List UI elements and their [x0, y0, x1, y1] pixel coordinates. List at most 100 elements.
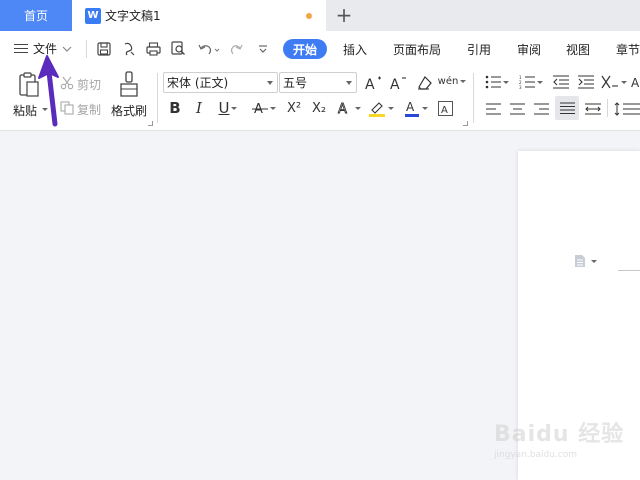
align-center-icon[interactable] [508, 99, 526, 119]
font-size-value: 五号 [283, 76, 308, 90]
baidu-watermark: Baidu 经验 jingyan.baidu.com [490, 408, 640, 468]
tab-home-label: 首页 [23, 9, 48, 23]
chevron-down-icon [621, 80, 627, 84]
document-title: 文字文稿1 [105, 9, 161, 23]
chevron-down-icon [537, 80, 543, 84]
separator [607, 99, 608, 117]
page-margin-mark [618, 270, 640, 271]
bullet-list-icon[interactable] [484, 72, 510, 92]
new-tab-button[interactable]: + [334, 4, 354, 26]
chevron-down-icon [422, 106, 428, 110]
increase-indent-icon[interactable] [577, 72, 595, 92]
font-name-select[interactable]: 宋体 (正文) [163, 72, 278, 93]
superscript-button[interactable]: X² [283, 98, 305, 118]
bold-button[interactable]: B [166, 98, 184, 118]
wps-writer-icon: W [85, 7, 101, 24]
justify-icon[interactable] [555, 96, 579, 120]
font-dialog-launcher[interactable] [463, 121, 468, 126]
paste-dropdown-icon[interactable] [42, 108, 48, 111]
document-icon [575, 255, 585, 267]
paste-icon[interactable] [16, 71, 42, 99]
tab-page-layout[interactable]: 页面布局 [393, 39, 441, 59]
cut-button[interactable]: 剪切 [77, 76, 101, 93]
tab-home[interactable]: 首页 [0, 0, 72, 31]
tab-insert[interactable]: 插入 [343, 39, 367, 59]
svg-text:A: A [406, 100, 415, 114]
paragraph-layout-button[interactable] [574, 254, 597, 268]
separator [86, 40, 87, 58]
increase-font-size-icon[interactable]: A [363, 73, 385, 93]
clear-format-icon[interactable] [414, 73, 434, 93]
chevron-down-icon [231, 106, 238, 110]
strikethrough-button[interactable]: A [250, 98, 278, 118]
line-spacing-icon[interactable] [614, 99, 640, 119]
chevron-down-icon [591, 259, 597, 263]
underline-label: U [218, 99, 230, 117]
unsaved-indicator [306, 13, 312, 19]
font-size-select[interactable]: 五号 [279, 72, 357, 93]
highlight-color-button[interactable] [367, 98, 395, 118]
character-border-icon[interactable]: A [436, 98, 454, 118]
chevron-down-icon [346, 81, 352, 85]
svg-text:A: A [631, 76, 640, 89]
scissors-icon [60, 76, 74, 90]
pinyin-guide-button[interactable]: wén [437, 71, 467, 91]
svg-text:A: A [365, 77, 375, 91]
watermark-brand: Baidu 经验 [494, 422, 625, 447]
copy-button[interactable]: 复制 [77, 101, 101, 118]
chinese-layout-icon[interactable] [601, 72, 627, 92]
pinyin-label: wén [437, 75, 459, 87]
clipboard-dialog-launcher[interactable] [148, 121, 153, 126]
text-effect-button[interactable]: A [336, 98, 362, 118]
svg-text:A: A [441, 105, 448, 116]
menu-icon [14, 43, 28, 54]
ribbon-start: 粘贴 剪切 复制 格式刷 宋体 (正文) 五号 A A wén B I U A [0, 65, 640, 131]
copy-icon [60, 101, 74, 115]
underline-button[interactable]: U [214, 98, 242, 118]
italic-button[interactable]: I [190, 98, 208, 118]
align-left-icon[interactable] [484, 99, 502, 119]
file-menu-button[interactable]: 文件 [14, 40, 72, 57]
clipped-ribbon-icon[interactable]: A [631, 72, 640, 92]
chevron-down-icon [270, 106, 276, 110]
tab-references[interactable]: 引用 [467, 39, 491, 59]
file-menu-label: 文件 [33, 42, 58, 56]
chevron-down-icon [503, 80, 509, 84]
distributed-align-icon[interactable] [584, 99, 602, 119]
numbered-list-icon[interactable]: 123 [518, 72, 544, 92]
svg-text:A: A [390, 77, 400, 91]
align-right-icon[interactable] [532, 99, 550, 119]
chevron-down-icon [388, 106, 394, 110]
decrease-font-size-icon[interactable]: A [388, 73, 410, 93]
undo-icon[interactable] [196, 40, 222, 57]
tab-view[interactable]: 视图 [566, 39, 590, 59]
separator [473, 73, 474, 123]
tab-strip: 首页 W 文字文稿1 + [0, 0, 640, 31]
tab-start[interactable]: 开始 [283, 39, 328, 59]
paste-label[interactable]: 粘贴 [13, 102, 37, 119]
tab-document[interactable]: W 文字文稿1 [72, 0, 326, 31]
save-icon[interactable] [95, 40, 112, 57]
font-color-button[interactable]: A [402, 98, 430, 118]
tab-section[interactable]: 章节 [616, 39, 640, 59]
svg-text:A: A [338, 102, 347, 116]
watermark-url: jingyan.baidu.com [494, 450, 578, 460]
format-painter-button[interactable]: 格式刷 [111, 102, 147, 119]
decrease-indent-icon[interactable] [552, 72, 570, 92]
print-preview-icon[interactable] [170, 40, 187, 57]
export-pdf-icon[interactable] [120, 40, 137, 57]
chevron-down-icon [460, 79, 467, 83]
chevron-down-icon [267, 81, 273, 85]
chevron-down-icon [62, 46, 72, 52]
menu-bar: 文件 开始 插入 页面布局 引用 审阅 视图 章节 [0, 31, 640, 65]
separator [157, 73, 158, 123]
font-name-value: 宋体 (正文) [167, 76, 229, 90]
subscript-button[interactable]: X₂ [308, 98, 330, 118]
brush-icon[interactable] [116, 70, 142, 98]
print-icon[interactable] [145, 40, 162, 57]
redo-icon[interactable] [228, 40, 245, 57]
tab-review[interactable]: 审阅 [517, 39, 541, 59]
svg-text:3: 3 [519, 85, 522, 89]
quick-access-more-icon[interactable] [254, 40, 271, 57]
chevron-down-icon [355, 106, 361, 110]
